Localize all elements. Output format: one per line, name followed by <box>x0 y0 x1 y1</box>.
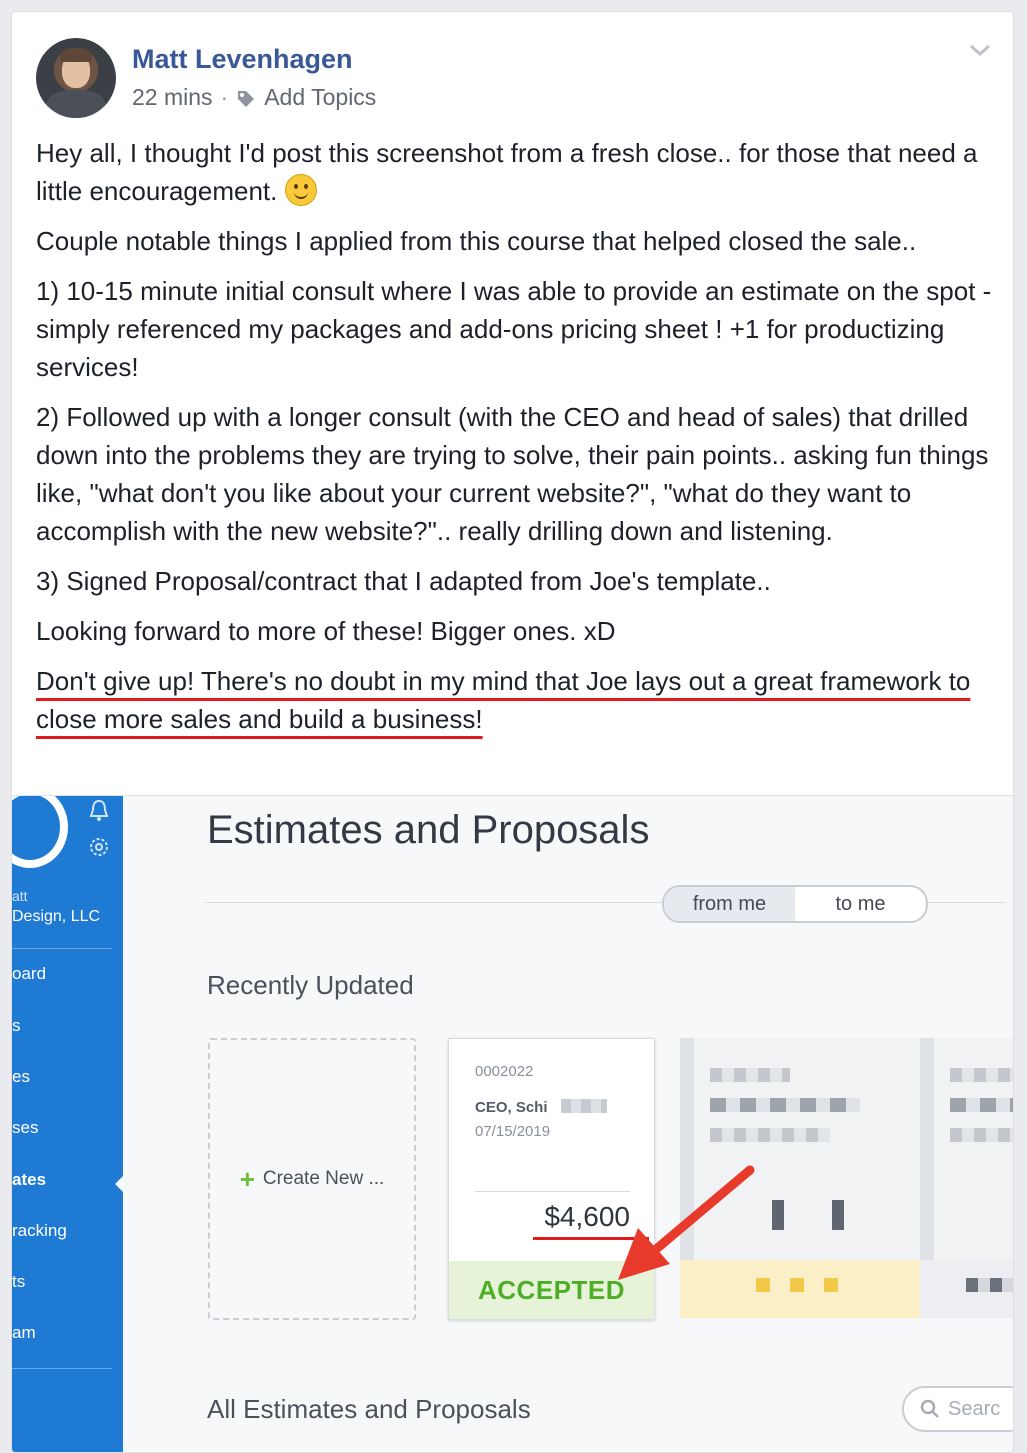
recently-updated-heading: Recently Updated <box>207 970 414 1000</box>
sidebar-item-reports[interactable]: ts <box>12 1272 25 1292</box>
estimate-date: 07/15/2019 <box>475 1123 551 1140</box>
post-paragraph: 1) 10-15 minute initial consult where I … <box>36 276 992 382</box>
tag-icon[interactable] <box>236 88 256 108</box>
plus-icon: + <box>239 1163 255 1194</box>
company-name-line1: att <box>12 888 28 904</box>
pixelated-redaction <box>561 1099 607 1113</box>
gear-icon[interactable] <box>86 834 112 860</box>
sidebar-item-expenses[interactable]: ses <box>12 1118 38 1138</box>
sidebar-item-dashboard[interactable]: oard <box>12 964 46 984</box>
estimate-card-redacted[interactable] <box>680 1038 920 1318</box>
search-placeholder: Searc <box>948 1397 1001 1420</box>
post-timestamp[interactable]: 22 mins <box>132 84 213 111</box>
search-input[interactable]: Searc <box>902 1386 1013 1432</box>
meta-separator: · <box>220 84 229 110</box>
app-sidebar: att Design, LLC oard s es ses ates racki… <box>12 796 125 1452</box>
company-name: Design, LLC <box>12 908 101 925</box>
post-meta: 22 mins · Add Topics <box>132 84 376 111</box>
feed-post: Matt Levenhagen 22 mins · Add Topics Hey… <box>11 11 1014 1453</box>
estimate-card[interactable]: 0002022 CEO, Schi 07/15/2019 $4,600 ACCE… <box>448 1038 655 1320</box>
post-paragraph: Hey all, I thought I'd post this screens… <box>36 138 978 206</box>
create-new-card[interactable]: + Create New ... <box>208 1038 416 1320</box>
page-title: Estimates and Proposals <box>207 808 650 852</box>
tab-to-me[interactable]: to me <box>795 887 926 921</box>
estimate-amount: $4,600 <box>544 1201 630 1232</box>
post-body: Hey all, I thought I'd post this screens… <box>36 134 996 750</box>
sidebar-item-invoices[interactable]: es <box>12 1067 30 1087</box>
add-topics-link[interactable]: Add Topics <box>264 84 376 111</box>
active-item-caret <box>115 1174 125 1194</box>
estimate-number: 0002022 <box>475 1063 534 1080</box>
sidebar-item-team[interactable]: am <box>12 1323 36 1343</box>
sidebar-item-time-tracking[interactable]: racking <box>12 1221 67 1241</box>
bell-icon[interactable] <box>86 798 112 824</box>
sidebar-item-estimates[interactable]: ates <box>12 1170 46 1190</box>
post-paragraph: 2) Followed up with a longer consult (wi… <box>36 402 989 546</box>
post-paragraph: Looking forward to more of these! Bigger… <box>36 616 616 646</box>
sidebar-divider <box>12 948 112 949</box>
smile-emoji-icon <box>284 174 317 206</box>
app-logo <box>12 796 68 868</box>
estimate-card-redacted[interactable] <box>920 1038 1013 1318</box>
attached-screenshot[interactable]: att Design, LLC oard s es ses ates racki… <box>12 795 1013 1452</box>
estimate-client: CEO, Schi <box>475 1099 548 1116</box>
red-underline-annotation <box>533 1237 649 1240</box>
card-divider <box>475 1191 630 1192</box>
chevron-down-icon[interactable] <box>967 40 993 60</box>
all-estimates-heading: All Estimates and Proposals <box>207 1394 531 1424</box>
post-paragraph: Couple notable things I applied from thi… <box>36 226 917 256</box>
sidebar-item-clients[interactable]: s <box>12 1016 21 1036</box>
sidebar-divider <box>12 1368 112 1369</box>
post-paragraph: 3) Signed Proposal/contract that I adapt… <box>36 566 771 596</box>
search-icon <box>920 1399 939 1418</box>
tab-from-me[interactable]: from me <box>664 887 795 921</box>
status-badge: ACCEPTED <box>449 1261 654 1319</box>
direction-toggle[interactable]: from me to me <box>662 885 928 923</box>
post-paragraph-underlined: Don't give up! There's no doubt in my mi… <box>36 666 971 734</box>
author-name[interactable]: Matt Levenhagen <box>132 44 353 75</box>
create-new-label: Create New ... <box>262 1168 385 1189</box>
author-avatar[interactable] <box>36 38 116 118</box>
